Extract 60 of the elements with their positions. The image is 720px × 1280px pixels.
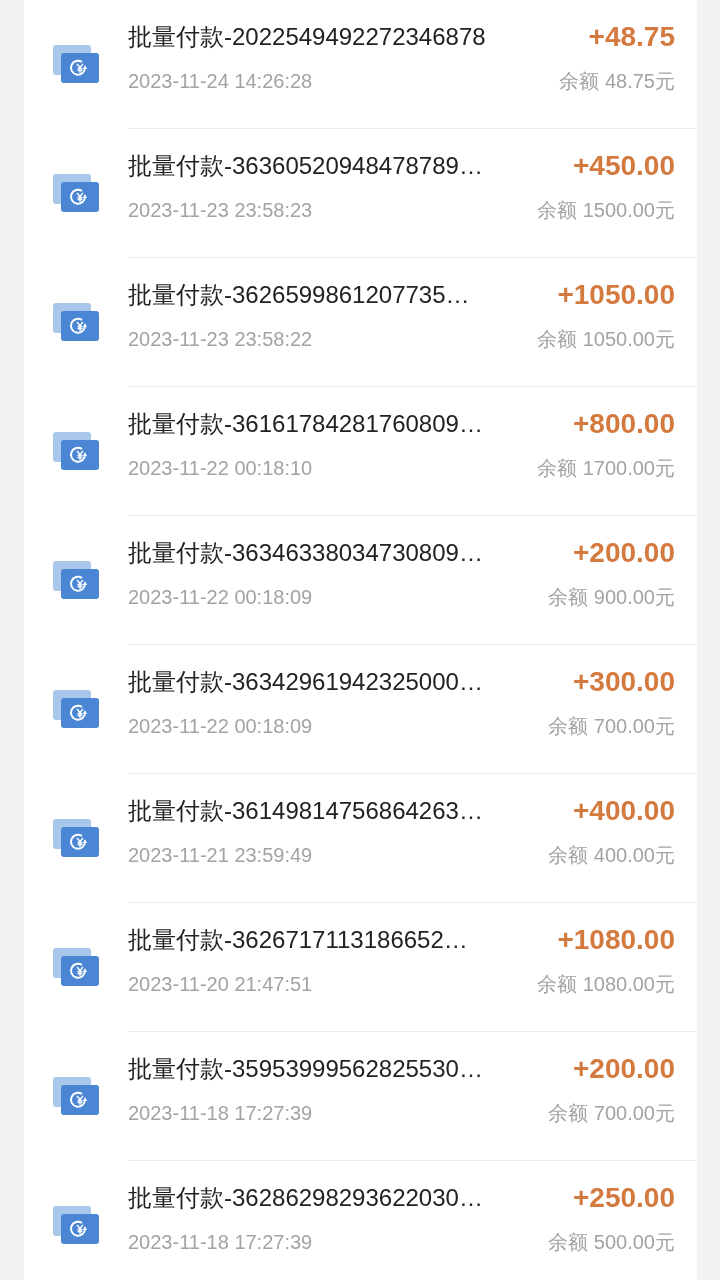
transaction-time: 2023-11-18 17:27:39 — [128, 1230, 313, 1255]
transaction-title: 批量付款-3626717113186652… — [128, 925, 468, 955]
transaction-amount: +250.00 — [573, 1181, 675, 1215]
payment-icon — [52, 1075, 100, 1118]
transaction-row[interactable]: 批量付款-36342961942325000… +300.00 2023-11-22 00:18:09 余额 700.00元 — [24, 645, 697, 774]
balance-text: 余额 48.75元 — [559, 69, 675, 94]
payment-icon — [52, 559, 100, 602]
transaction-time: 2023-11-22 00:18:10 — [128, 456, 313, 481]
transaction-time: 2023-11-21 23:59:49 — [128, 843, 313, 868]
balance-text: 余额 1700.00元 — [537, 456, 675, 481]
transaction-amount: +450.00 — [573, 149, 675, 183]
payment-icon — [52, 430, 100, 473]
transaction-amount: +1080.00 — [557, 923, 675, 957]
transaction-amount: +300.00 — [573, 665, 675, 699]
transaction-amount: +400.00 — [573, 794, 675, 828]
balance-text: 余额 1080.00元 — [537, 972, 675, 997]
transaction-title: 批量付款-3626599861207735… — [128, 280, 470, 310]
transaction-amount: +48.75 — [588, 20, 675, 54]
balance-text: 余额 400.00元 — [548, 843, 675, 868]
balance-text: 余额 1050.00元 — [537, 327, 675, 352]
transaction-row[interactable]: 批量付款-36286298293622030… +250.00 2023-11-18 17:27:39 余额 500.00元 — [24, 1161, 697, 1280]
payment-icon — [52, 688, 100, 731]
payment-icon — [52, 43, 100, 86]
transaction-row[interactable]: 批量付款-2022549492272346878 +48.75 2023-11-24 14:26:28 余额 48.75元 — [24, 0, 697, 129]
transaction-amount: +1050.00 — [557, 278, 675, 312]
transaction-time: 2023-11-23 23:58:23 — [128, 198, 313, 223]
transaction-title: 批量付款-36286298293622030… — [128, 1183, 483, 1213]
transaction-amount: +200.00 — [573, 536, 675, 570]
payment-icon — [52, 817, 100, 860]
transaction-title: 批量付款-2022549492272346878 — [128, 22, 486, 52]
transaction-title: 批量付款-36342961942325000… — [128, 667, 483, 697]
balance-text: 余额 700.00元 — [548, 714, 675, 739]
balance-text: 余额 1500.00元 — [537, 198, 675, 223]
transaction-title: 批量付款-36360520948478789… — [128, 151, 483, 181]
transaction-row[interactable]: 批量付款-3626717113186652… +1080.00 2023-11-20 21:47:51 余额 1080.00元 — [24, 903, 697, 1032]
transaction-row[interactable]: 批量付款-3626599861207735… +1050.00 2023-11-23 23:58:22 余额 1050.00元 — [24, 258, 697, 387]
transaction-time: 2023-11-24 14:26:28 — [128, 69, 313, 94]
transaction-time: 2023-11-18 17:27:39 — [128, 1101, 313, 1126]
balance-text: 余额 700.00元 — [548, 1101, 675, 1126]
transaction-amount: +800.00 — [573, 407, 675, 441]
payment-icon — [52, 1204, 100, 1247]
transaction-time: 2023-11-23 23:58:22 — [128, 327, 313, 352]
payment-icon — [52, 946, 100, 989]
transaction-row[interactable]: 批量付款-35953999562825530… +200.00 2023-11-18 17:27:39 余额 700.00元 — [24, 1032, 697, 1161]
transaction-title: 批量付款-36161784281760809… — [128, 409, 483, 439]
transaction-time: 2023-11-20 21:47:51 — [128, 972, 313, 997]
transaction-title: 批量付款-36346338034730809… — [128, 538, 483, 568]
transaction-title: 批量付款-35953999562825530… — [128, 1054, 483, 1084]
transaction-row[interactable]: 批量付款-36161784281760809… +800.00 2023-11-22 00:18:10 余额 1700.00元 — [24, 387, 697, 516]
balance-text: 余额 500.00元 — [548, 1230, 675, 1255]
transaction-row[interactable]: 批量付款-36346338034730809… +200.00 2023-11-22 00:18:09 余额 900.00元 — [24, 516, 697, 645]
payment-icon — [52, 172, 100, 215]
transaction-time: 2023-11-22 00:18:09 — [128, 714, 313, 739]
balance-text: 余额 900.00元 — [548, 585, 675, 610]
transaction-amount: +200.00 — [573, 1052, 675, 1086]
transaction-title: 批量付款-36149814756864263… — [128, 796, 483, 826]
transaction-row[interactable]: 批量付款-36360520948478789… +450.00 2023-11-23 23:58:23 余额 1500.00元 — [24, 129, 697, 258]
payment-icon — [52, 301, 100, 344]
transaction-time: 2023-11-22 00:18:09 — [128, 585, 313, 610]
transaction-row[interactable]: 批量付款-36149814756864263… +400.00 2023-11-21 23:59:49 余额 400.00元 — [24, 774, 697, 903]
